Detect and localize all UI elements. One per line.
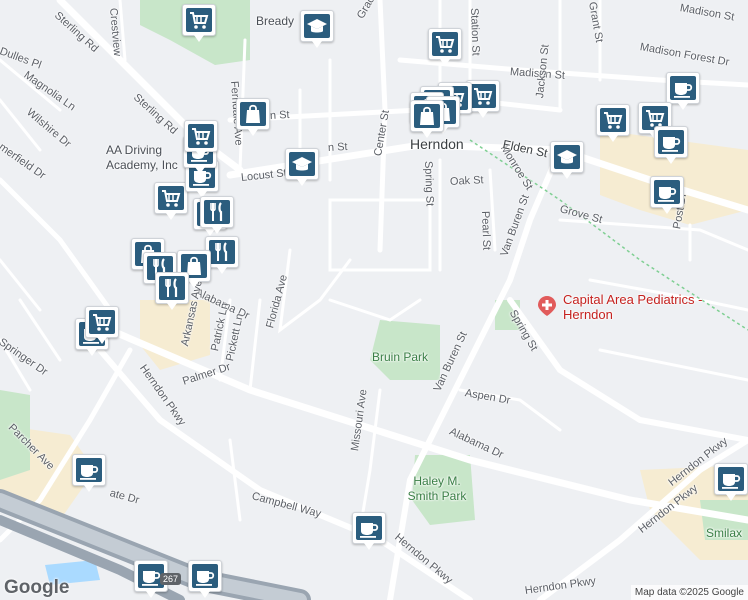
map-marker-school[interactable]: [300, 10, 334, 50]
map-marker-coffee[interactable]: [188, 560, 222, 600]
street-label: n St: [327, 140, 348, 154]
place-label-pediatrics: Capital Area Pediatrics - Herndon: [563, 292, 703, 322]
school-icon: [291, 153, 313, 175]
coffee-icon: [672, 77, 694, 99]
coffee-icon: [140, 565, 162, 587]
shopping-bag-icon: [416, 105, 438, 127]
map-marker-coffee[interactable]: [72, 454, 106, 494]
street-label: Spring St: [422, 160, 436, 207]
map-attribution[interactable]: Map data ©2025 Google: [630, 585, 748, 600]
map-marker-coffee[interactable]: [714, 463, 748, 503]
restaurant-icon: [206, 201, 228, 223]
map-marker-coffee[interactable]: [352, 512, 386, 552]
coffee-icon: [194, 565, 216, 587]
map-marker-cart[interactable]: [428, 28, 462, 68]
coffee-icon: [78, 459, 100, 481]
restaurant-icon: [211, 241, 233, 263]
map-marker-school[interactable]: [285, 148, 319, 188]
place-label-smilax: Smilax: [706, 526, 743, 540]
map-marker-cart[interactable]: [596, 104, 630, 144]
school-icon: [306, 15, 328, 37]
street-label: Pearl St: [479, 210, 493, 251]
place-label-bready: Bready: [256, 14, 295, 28]
map-marker-cart[interactable]: [184, 120, 218, 160]
cart-icon: [160, 187, 182, 209]
coffee-icon: [660, 131, 682, 153]
map-marker-shopping-bag[interactable]: [410, 100, 444, 140]
route-shield: 267: [160, 573, 182, 585]
hospital-icon[interactable]: [538, 296, 556, 316]
street-label: Station St: [468, 7, 482, 56]
map-marker-shopping-bag[interactable]: [236, 98, 270, 138]
cart-icon: [434, 33, 456, 55]
park-label-bruin: Bruin Park: [372, 350, 429, 364]
coffee-icon: [720, 468, 742, 490]
coffee-icon: [358, 517, 380, 539]
street-label: Oak St: [449, 174, 484, 188]
park-label-haley-smith: Haley M. Smith Park: [407, 474, 467, 503]
google-logo: Google: [4, 577, 70, 598]
map-marker-cart[interactable]: [182, 4, 216, 44]
map-marker-cart[interactable]: [85, 306, 119, 346]
cart-icon: [188, 9, 210, 31]
cart-icon: [602, 109, 624, 131]
map-marker-restaurant[interactable]: [155, 272, 189, 312]
map-marker-coffee[interactable]: [650, 176, 684, 216]
cart-icon: [472, 85, 494, 107]
map-marker-restaurant[interactable]: [200, 196, 234, 236]
map-marker-school[interactable]: [550, 141, 584, 181]
map-marker-coffee[interactable]: [654, 126, 688, 166]
cart-icon: [91, 311, 113, 333]
coffee-icon: [656, 181, 678, 203]
restaurant-icon: [161, 277, 183, 299]
cart-icon: [190, 125, 212, 147]
school-icon: [556, 146, 578, 168]
shopping-bag-icon: [242, 103, 264, 125]
map-marker-cart[interactable]: [154, 182, 188, 222]
street-label: n St: [269, 108, 290, 122]
